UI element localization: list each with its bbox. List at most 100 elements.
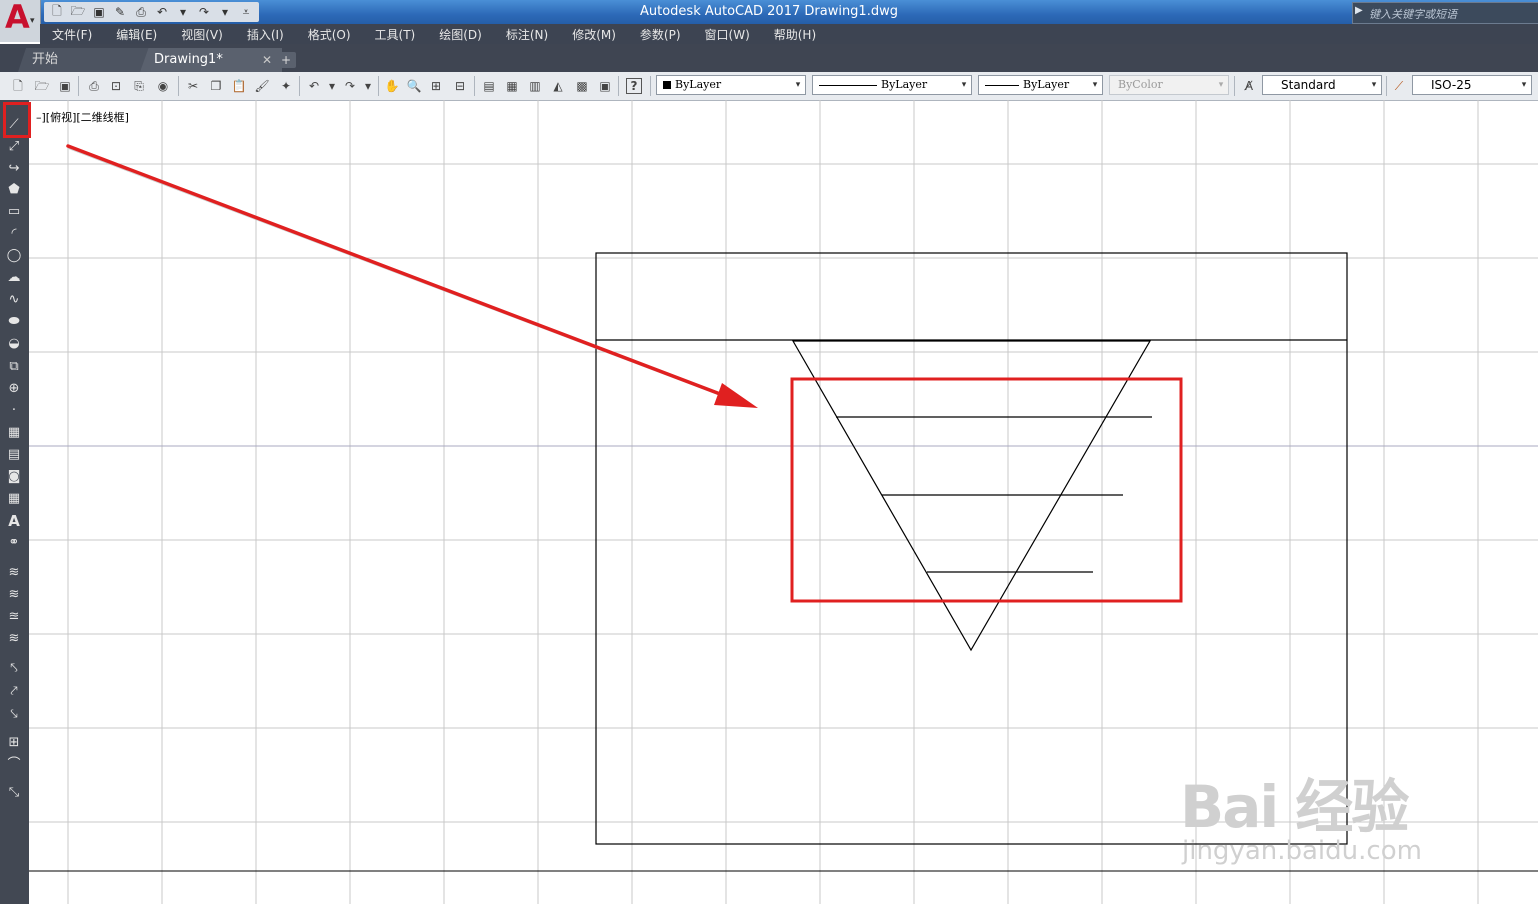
text-style-combo[interactable]: Standard ▾ (1262, 75, 1382, 95)
undo-dropdown-icon[interactable]: ▾ (324, 78, 340, 94)
new-file-icon[interactable]: 🗋 (48, 3, 66, 21)
paste-icon[interactable]: 📋 (231, 78, 247, 94)
linetype-control-combo[interactable]: ByLayer ▾ (812, 75, 972, 95)
save-as-icon[interactable]: ✎ (111, 3, 129, 21)
menu-edit[interactable]: 编辑(E) (104, 26, 169, 43)
save-icon[interactable]: ▣ (90, 3, 108, 21)
chevron-down-icon: ▾ (961, 80, 967, 90)
zoom-previous-icon[interactable]: ⊟ (452, 78, 468, 94)
rectangle-icon[interactable]: ▭ (5, 203, 23, 221)
match-properties-icon[interactable]: ⤡ (5, 784, 23, 802)
search-placeholder: 键入关键字或短语 (1369, 8, 1457, 21)
open-icon[interactable]: 🗁 (34, 78, 50, 94)
spline-icon[interactable]: ∿ (5, 291, 23, 309)
text-style-icon[interactable]: A̸ (1241, 78, 1257, 94)
polyline-icon[interactable]: ↪ (5, 160, 23, 178)
help-icon[interactable]: ? (626, 78, 642, 94)
redo-icon[interactable]: ↷ (195, 3, 213, 21)
publish-icon[interactable]: ⎘ (131, 78, 147, 94)
tab-drawing1[interactable]: Drawing1* ✕ (140, 48, 282, 72)
menu-dimension[interactable]: 标注(N) (494, 26, 560, 43)
close-tab-icon[interactable]: ✕ (262, 48, 272, 72)
copy-icon[interactable]: ❐ (208, 78, 224, 94)
redo-dropdown-icon[interactable]: ▾ (216, 3, 234, 21)
layer-match-icon[interactable]: ≋ (5, 586, 23, 604)
search-box[interactable]: ▶ 键入关键字或短语 (1352, 2, 1538, 24)
ellipse-icon[interactable]: ⬬ (5, 313, 23, 331)
viewport-controls-label[interactable]: –][俯视][二维线框] (36, 109, 129, 125)
color-control-combo[interactable]: ByLayer ▾ (656, 75, 806, 95)
dimension-style-icon[interactable]: ⟋ (1391, 78, 1407, 94)
application-menu-button[interactable]: A ▾ (0, 0, 41, 42)
block-editor-icon[interactable]: ✦ (278, 78, 294, 94)
layer-isolate-icon[interactable]: ≋ (5, 630, 23, 648)
menu-insert[interactable]: 插入(I) (235, 26, 296, 43)
zoom-realtime-icon[interactable]: 🔍 (406, 78, 422, 94)
new-icon[interactable]: 🗋 (10, 78, 26, 94)
cut-icon[interactable]: ✂ (185, 78, 201, 94)
chevron-down-icon: ▾ (1092, 80, 1098, 90)
tab-start[interactable]: 开始 (18, 48, 152, 72)
multiline-text-icon[interactable]: A (5, 512, 23, 530)
construction-line-icon[interactable]: ⤢ (5, 138, 23, 156)
menu-tools[interactable]: 工具(T) (363, 26, 428, 43)
properties-icon[interactable]: ▤ (481, 78, 497, 94)
plotstyle-control-combo[interactable]: ByColor ▾ (1109, 75, 1229, 95)
quickcalc-icon[interactable]: ▣ (597, 78, 613, 94)
pan-icon[interactable]: ✋ (384, 78, 400, 94)
menu-window[interactable]: 窗口(W) (693, 26, 762, 43)
layer-icon[interactable]: ≋ (5, 564, 23, 582)
menu-parametric[interactable]: 参数(P) (628, 26, 693, 43)
undo-icon[interactable]: ↶ (153, 3, 171, 21)
make-block-icon[interactable]: ⊕ (5, 380, 23, 398)
undo-icon[interactable]: ↶ (306, 78, 322, 94)
match-properties-icon[interactable]: 🖌 (254, 78, 270, 94)
layer-previous-icon[interactable]: ≊ (5, 608, 23, 626)
menu-view[interactable]: 视图(V) (169, 26, 235, 43)
redo-icon[interactable]: ↷ (342, 78, 358, 94)
add-selected-icon[interactable]: ⚭ (5, 534, 23, 552)
3d-print-icon[interactable]: ◉ (155, 78, 171, 94)
table-icon[interactable]: ▦ (5, 490, 23, 508)
lineweight-control-combo[interactable]: ByLayer ▾ (978, 75, 1103, 95)
sheet-set-icon[interactable]: ◭ (550, 78, 566, 94)
baidu-watermark: Bai 经验 jingyan.baidu.com (1180, 760, 1460, 880)
edit-polyline-icon[interactable]: ⤥ (5, 706, 23, 724)
modify-icon[interactable]: ⤣ (5, 660, 23, 678)
arc-icon[interactable]: ◜ (5, 225, 23, 243)
join-icon[interactable]: ⤤ (5, 683, 23, 701)
customize-qat-icon[interactable]: ⩡ (237, 3, 255, 21)
fillet-icon[interactable]: ⌒ (5, 756, 23, 774)
zoom-window-icon[interactable]: ⊞ (428, 78, 444, 94)
container-rectangle (595, 252, 1348, 845)
undo-dropdown-icon[interactable]: ▾ (174, 3, 192, 21)
menu-format[interactable]: 格式(O) (296, 26, 363, 43)
hatch-icon[interactable]: ▦ (5, 424, 23, 442)
circle-icon[interactable]: ◯ (5, 247, 23, 265)
design-center-icon[interactable]: ▦ (504, 78, 520, 94)
menu-draw[interactable]: 绘图(D) (427, 26, 494, 43)
region-icon[interactable]: ◙ (5, 468, 23, 486)
tool-palettes-icon[interactable]: ▥ (527, 78, 543, 94)
save-icon[interactable]: ▣ (57, 78, 73, 94)
chevron-down-icon: ▾ (1371, 80, 1377, 90)
menu-help[interactable]: 帮助(H) (762, 26, 828, 43)
plot-preview-icon[interactable]: ⊡ (108, 78, 124, 94)
gradient-icon[interactable]: ▤ (5, 446, 23, 464)
open-file-icon[interactable]: 🗁 (69, 3, 87, 21)
insert-block-icon[interactable]: ⧉ (5, 358, 23, 376)
redo-dropdown-icon[interactable]: ▾ (360, 78, 376, 94)
plot-icon[interactable]: ⎙ (132, 3, 150, 21)
ellipse-arc-icon[interactable]: ◒ (5, 335, 23, 353)
highlight-box-drawing (790, 377, 1183, 603)
menu-modify[interactable]: 修改(M) (560, 26, 628, 43)
menu-file[interactable]: 文件(F) (40, 26, 104, 43)
polygon-icon[interactable]: ⬟ (5, 181, 23, 199)
plot-icon[interactable]: ⎙ (86, 78, 102, 94)
point-icon[interactable]: · (5, 402, 23, 420)
new-tab-button[interactable]: + (276, 52, 296, 68)
dimension-style-combo[interactable]: ISO-25 ▾ (1412, 75, 1532, 95)
markup-set-icon[interactable]: ▩ (574, 78, 590, 94)
revision-cloud-icon[interactable]: ☁ (5, 269, 23, 287)
array-icon[interactable]: ⊞ (5, 734, 23, 752)
